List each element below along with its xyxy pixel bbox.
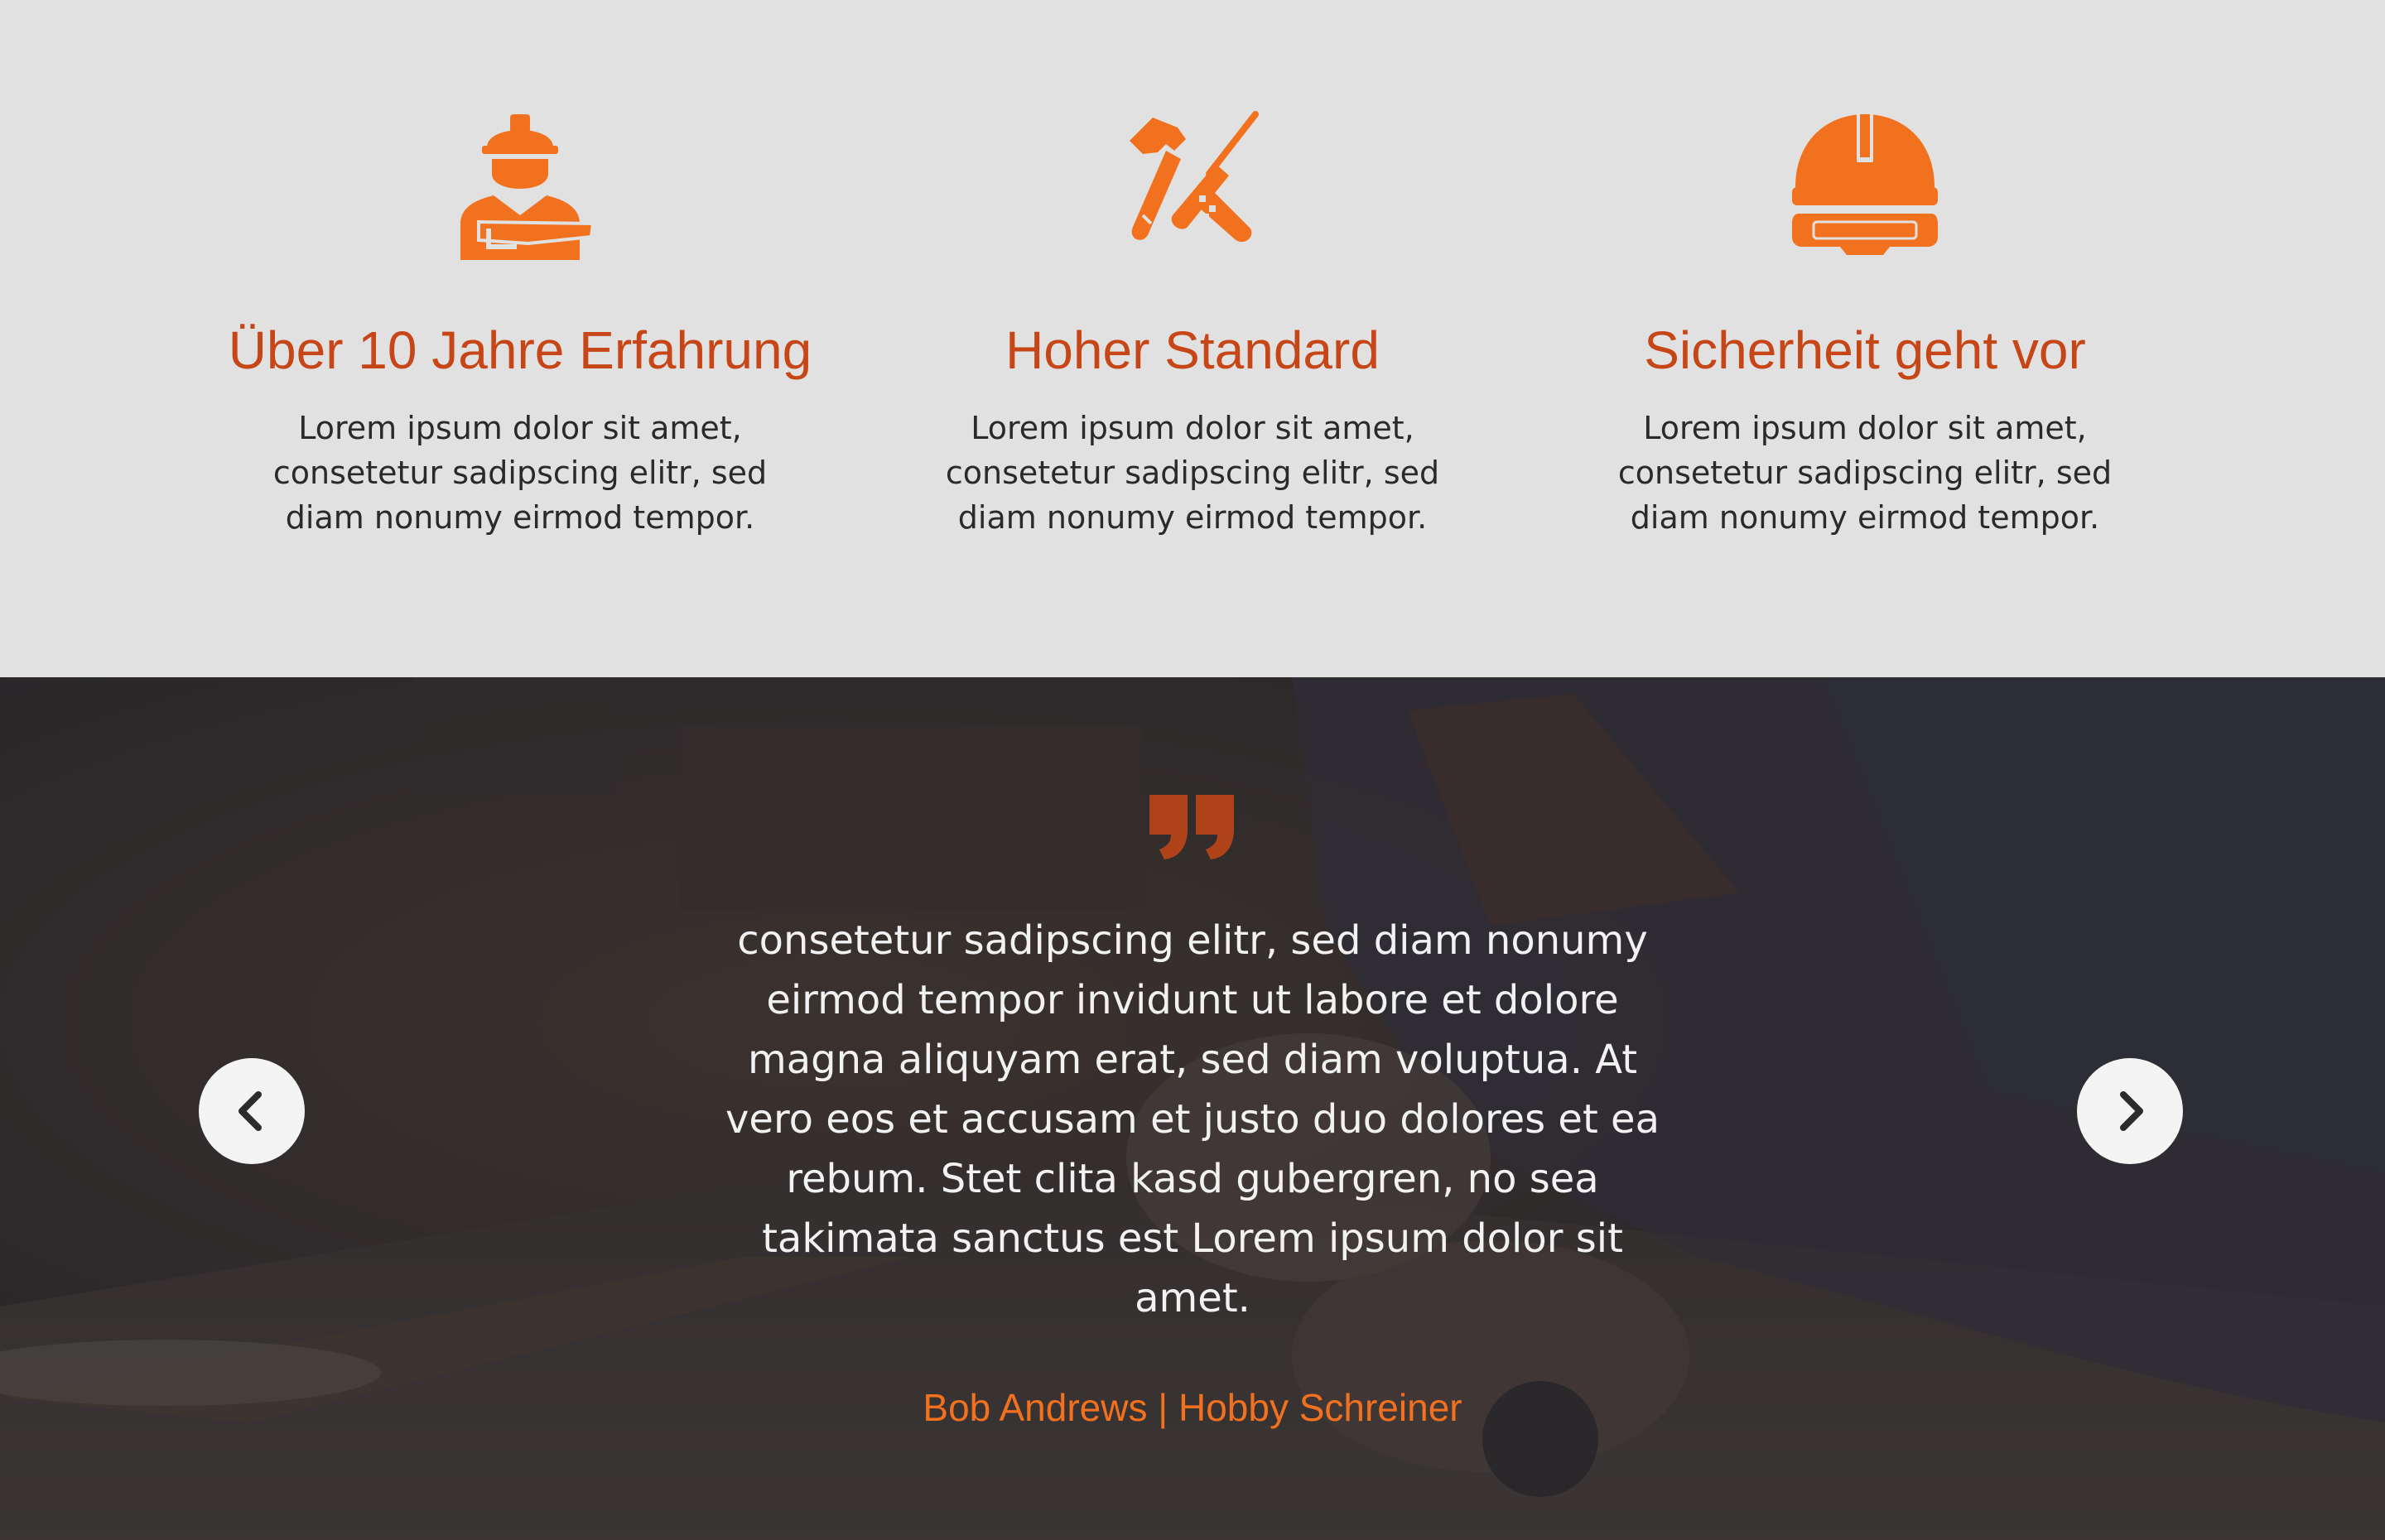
features-section: Über 10 Jahre Erfahrung Lorem ipsum dolo… [0,0,2385,677]
feature-title: Über 10 Jahre Erfahrung [228,320,812,380]
testimonial-section: consetetur sadipscing elitr, sed diam no… [0,677,2385,1540]
feature-title: Sicherheit geht vor [1644,320,2086,380]
chevron-right-icon [2120,1091,2143,1131]
helmet-icon [1790,108,1939,260]
feature-text: Lorem ipsum dolor sit amet, consetetur s… [945,410,1440,536]
chevron-left-icon [238,1091,262,1131]
worker-icon [446,108,595,260]
feature-text: Lorem ipsum dolor sit amet, consetetur s… [1617,410,2113,536]
prev-slide-button[interactable] [199,1058,305,1164]
feature-text: Lorem ipsum dolor sit amet, consetetur s… [272,410,768,536]
next-slide-button[interactable] [2077,1058,2183,1164]
testimonial-author: Bob Andrews | Hobby Schreiner [923,1386,1462,1429]
testimonial-quote: consetetur sadipscing elitr, sed diam no… [725,917,1660,1321]
feature-title: Hoher Standard [1005,320,1380,380]
tools-icon [1118,108,1267,260]
quote-icon [1148,793,1237,861]
